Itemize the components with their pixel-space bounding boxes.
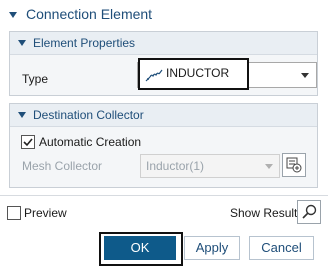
inductor-icon bbox=[145, 69, 163, 82]
mesh-collector-label: Mesh Collector bbox=[22, 159, 103, 173]
element-properties-header[interactable]: Element Properties bbox=[10, 32, 317, 55]
apply-button[interactable]: Apply bbox=[184, 236, 240, 260]
apply-label: Apply bbox=[195, 240, 229, 255]
cancel-label: Cancel bbox=[261, 240, 302, 255]
collector-add-icon bbox=[286, 157, 302, 173]
ok-label: OK bbox=[130, 240, 150, 255]
collector-add-button[interactable] bbox=[282, 153, 306, 177]
type-label: Type bbox=[22, 72, 49, 86]
preview-label[interactable]: Preview bbox=[24, 206, 67, 220]
mesh-collector-dropdown[interactable]: Inductor(1) bbox=[140, 154, 280, 178]
destination-collector-title: Destination Collector bbox=[33, 108, 144, 122]
collapse-triangle-icon bbox=[18, 112, 26, 118]
checkbox-check-icon bbox=[23, 138, 33, 147]
collapse-triangle-icon bbox=[18, 40, 26, 46]
show-result-button[interactable] bbox=[297, 200, 321, 224]
ok-button[interactable]: OK bbox=[104, 236, 176, 260]
show-result-label: Show Result bbox=[230, 206, 298, 220]
element-properties-panel: Element Properties Type INDUCTOR bbox=[9, 31, 318, 96]
section-title: Connection Element bbox=[26, 6, 153, 22]
collapse-triangle-icon bbox=[9, 12, 17, 18]
mesh-collector-value: Inductor(1) bbox=[146, 159, 205, 173]
connection-element-header[interactable]: Connection Element bbox=[6, 4, 306, 24]
type-selected-value[interactable]: INDUCTOR bbox=[138, 58, 249, 90]
magnifier-icon bbox=[302, 204, 317, 219]
automatic-creation-checkbox[interactable] bbox=[21, 135, 35, 149]
type-value-text: INDUCTOR bbox=[166, 66, 230, 80]
automatic-creation-label[interactable]: Automatic Creation bbox=[39, 135, 141, 149]
preview-checkbox[interactable] bbox=[7, 206, 21, 220]
destination-collector-header[interactable]: Destination Collector bbox=[10, 104, 317, 127]
cancel-button[interactable]: Cancel bbox=[249, 236, 314, 260]
dropdown-arrow-icon bbox=[301, 73, 309, 78]
dropdown-arrow-icon bbox=[265, 164, 273, 169]
destination-collector-panel: Destination Collector Automatic Creation… bbox=[9, 103, 318, 188]
element-properties-title: Element Properties bbox=[33, 36, 136, 50]
footer-divider bbox=[0, 195, 328, 196]
